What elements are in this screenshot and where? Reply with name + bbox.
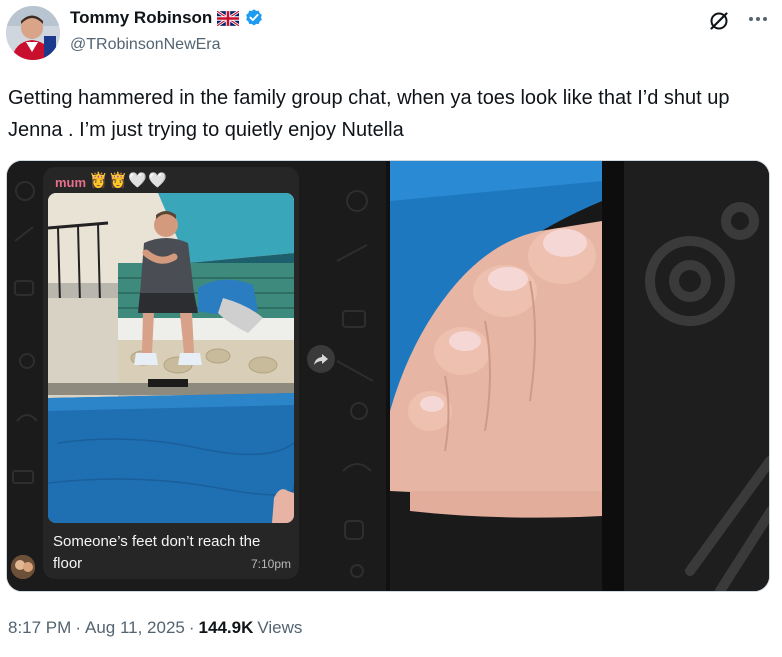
footer-separator: · [188, 618, 195, 637]
tweet-media[interactable]: mum 👸👸🤍🤍 Someone’s feet don’t reach the … [6, 160, 770, 592]
footer-separator: · [75, 618, 81, 637]
chat-caption: Someone’s feet don’t reach the floor [53, 533, 261, 572]
views-label: Views [257, 618, 303, 637]
author-name[interactable]: Tommy Robinson [70, 8, 212, 28]
chat-sender-emojis: 👸👸🤍🤍 [89, 172, 168, 189]
grok-icon[interactable] [707, 9, 731, 33]
tweet-text: Getting hammered in the family group cha… [8, 87, 730, 141]
chat-message-time: 7:10pm [250, 557, 291, 571]
chat-sender-avatar [11, 555, 35, 579]
author-name-row: Tommy Robinson [70, 8, 264, 28]
media-image-toes-closeup[interactable] [390, 161, 769, 591]
avatar-image [6, 6, 60, 60]
tweet-footer: 8:17 PM · Aug 11, 2025 · 144.9K Views [8, 618, 302, 638]
verified-badge-icon[interactable] [244, 8, 264, 28]
more-options-icon[interactable] [744, 9, 772, 29]
author-handle[interactable]: @TRobinsonNewEra [70, 36, 221, 54]
views-count: 144.9K [198, 618, 254, 637]
tweet-date[interactable]: Aug 11, 2025 [85, 618, 185, 638]
chat-photo[interactable] [48, 193, 294, 523]
tweet-header: Tommy Robinson @TRobinsonNewEra [0, 0, 782, 70]
forward-share-icon[interactable] [307, 345, 335, 373]
flag-gb-icon [217, 10, 240, 26]
tweet-time[interactable]: 8:17 PM [8, 618, 71, 638]
media-image-chat-screenshot[interactable]: mum 👸👸🤍🤍 Someone’s feet don’t reach the … [7, 161, 386, 591]
chat-message-bubble: mum 👸👸🤍🤍 Someone’s feet don’t reach the … [43, 167, 299, 579]
chat-sender-name: mum [55, 175, 87, 190]
author-avatar[interactable] [6, 6, 60, 60]
